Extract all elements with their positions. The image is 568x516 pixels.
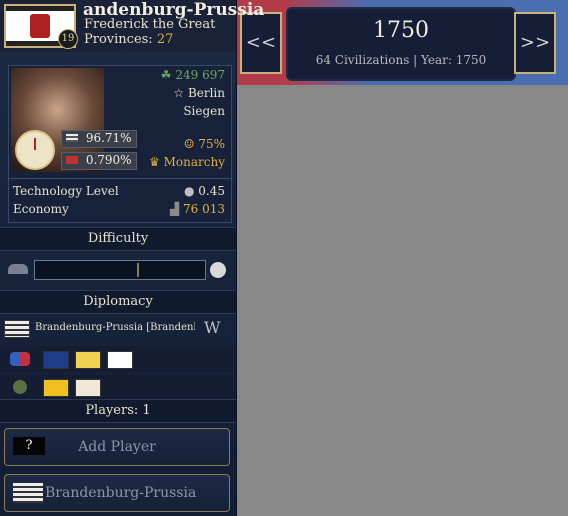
country-header: 19 andenburg-Prussia Frederick the Great…	[0, 0, 264, 52]
vassal-icon: W	[204, 318, 221, 337]
difficulty-slider[interactable]	[34, 260, 206, 280]
rate-box: 0.790%	[61, 152, 137, 170]
tech-value: 0.45	[198, 184, 225, 198]
diplomacy-row[interactable]: Brandenburg-Prussia [Brandenbu W	[0, 316, 236, 340]
happiness-line: ☺ 75%	[184, 137, 225, 151]
diplomacy-header: Diplomacy	[0, 290, 236, 314]
red-flag-icon	[66, 156, 78, 164]
panel-divider	[9, 178, 231, 179]
stability-box: 96.71%	[61, 130, 137, 148]
star-icon: ☆	[173, 86, 185, 100]
soldier-icon	[13, 380, 27, 394]
handshake-icon	[10, 352, 30, 366]
skull-icon	[210, 262, 226, 278]
population-value: 249 697	[175, 68, 225, 82]
tech-line: ● 0.45	[184, 184, 225, 198]
relation-row-2	[0, 375, 236, 399]
bulb-icon: ●	[183, 184, 195, 198]
rate-value: 0.790%	[85, 153, 132, 167]
players-header: Players: 1	[0, 399, 236, 423]
flag-ally-3[interactable]	[107, 351, 133, 369]
player-country-label: Brandenburg-Prussia	[45, 485, 197, 501]
city2-value: Siegen	[183, 104, 225, 118]
stripe-flag-icon	[66, 134, 78, 142]
economy-value: 76 013	[183, 202, 225, 216]
player-flag	[13, 483, 43, 503]
easy-icon	[8, 264, 28, 274]
flag-britain[interactable]	[43, 351, 69, 369]
slider-handle[interactable]	[137, 263, 139, 277]
ally-flag	[4, 320, 30, 338]
previous-year-button[interactable]: <<	[240, 12, 282, 74]
crown-icon: ♛	[149, 155, 160, 169]
population-line: ☘ 249 697	[161, 68, 225, 82]
country-panel: 19 andenburg-Prussia Frederick the Great…	[0, 0, 264, 516]
ally-name: Brandenburg-Prussia [Brandenbu	[35, 322, 195, 333]
difficulty-header: Difficulty	[0, 227, 236, 251]
provinces-value: 27	[156, 32, 174, 47]
factory-icon: ▟	[169, 202, 180, 216]
tech-label: Technology Level	[13, 184, 119, 198]
ruler-name: Frederick the Great	[84, 17, 216, 32]
country-stats-panel: ☘ 249 697 ☆ Berlin Siegen 96.71% 0.790% …	[8, 65, 232, 223]
add-player-label: Add Player	[78, 439, 156, 455]
capital-line: ☆ Berlin	[173, 86, 225, 100]
stability-value: 96.71%	[85, 131, 132, 145]
government-line: ♛ Monarchy	[149, 155, 225, 169]
capital-value: Berlin	[187, 86, 225, 100]
grey-content-area	[236, 85, 568, 516]
level-badge: 19	[58, 29, 78, 49]
flag-enemy-1[interactable]	[43, 379, 69, 397]
civ-summary: 64 Civilizations | Year: 1750	[315, 53, 487, 67]
provinces-line: Provinces: 27	[84, 32, 173, 47]
economy-line: ▟ 76 013	[170, 202, 225, 216]
smiley-icon: ☺	[183, 137, 195, 151]
provinces-label: Provinces:	[84, 32, 153, 47]
year-summary-box: 1750 64 Civilizations | Year: 1750	[286, 7, 516, 81]
government-value: Monarchy	[163, 155, 225, 169]
population-icon: ☘	[160, 68, 172, 82]
year-title: 1750	[373, 18, 429, 43]
add-player-button[interactable]: ? Add Player	[4, 428, 230, 466]
flag-ally-2[interactable]	[75, 351, 101, 369]
next-year-button[interactable]: >>	[514, 12, 556, 74]
economy-label: Economy	[13, 202, 69, 216]
clock-icon	[15, 130, 55, 170]
flag-enemy-2[interactable]	[75, 379, 101, 397]
player-country-button[interactable]: Brandenburg-Prussia	[4, 474, 230, 512]
happiness-value: 75%	[198, 137, 225, 151]
relation-row-1	[0, 346, 236, 372]
